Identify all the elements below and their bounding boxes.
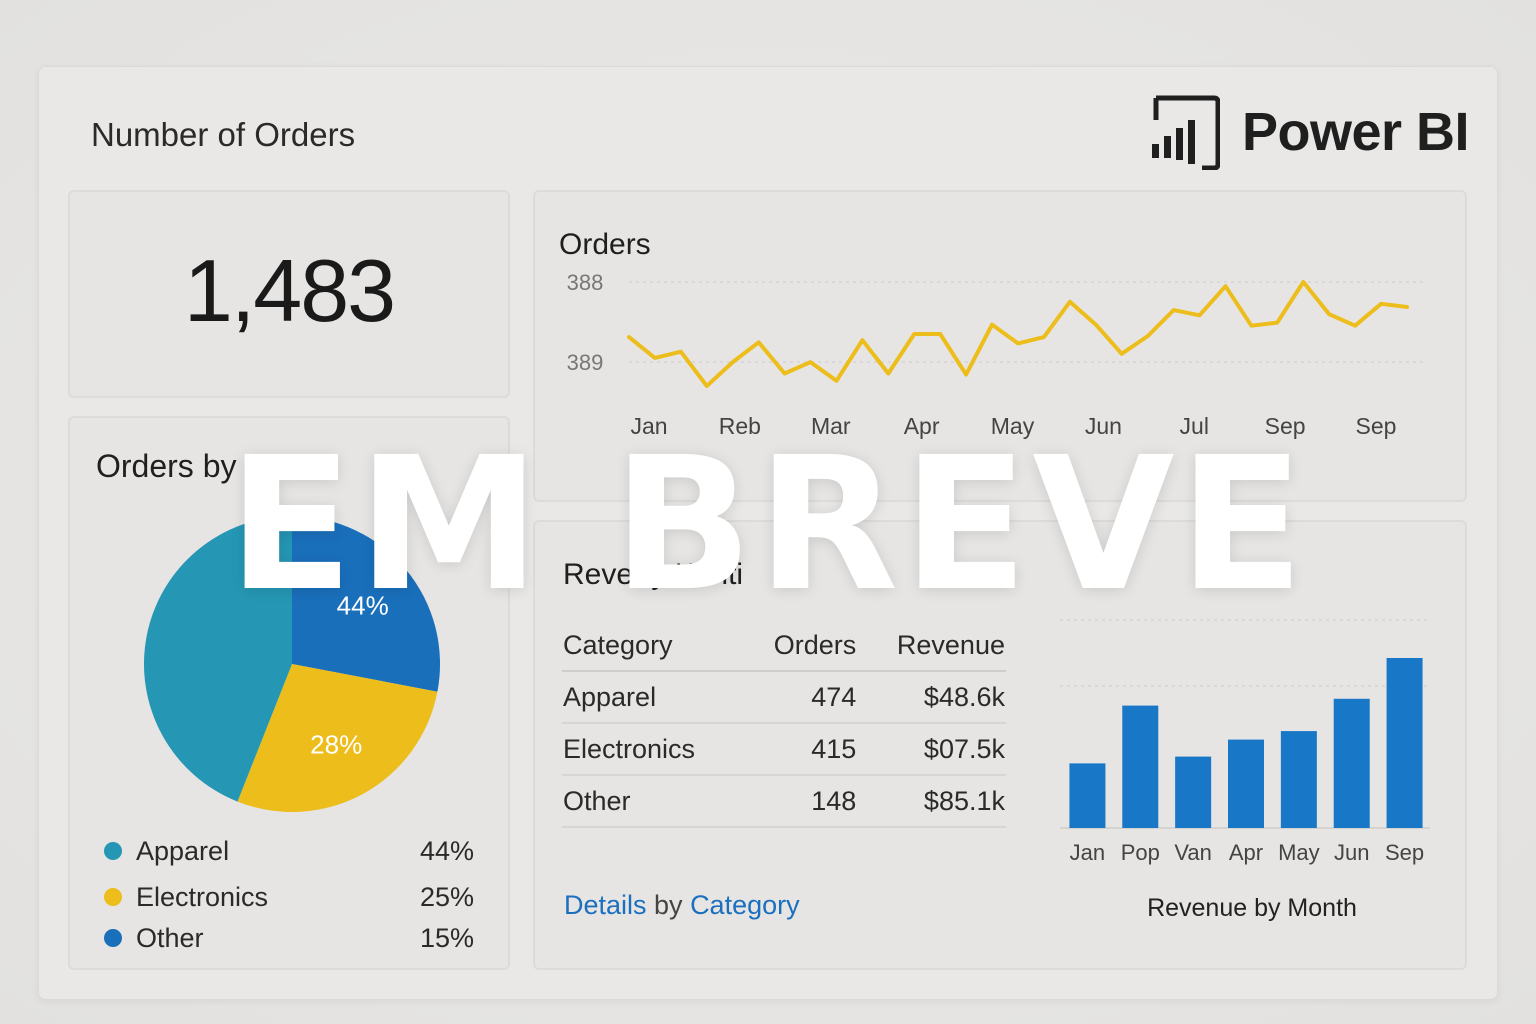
cell-revenue: $85.1k xyxy=(857,775,1006,828)
x-tick-label: Jan xyxy=(1070,840,1105,865)
cell-category: Other xyxy=(562,775,744,828)
cell-category: Electronics xyxy=(562,723,744,776)
x-tick-label: Pop xyxy=(1121,840,1160,865)
power-bi-logo-icon xyxy=(1152,95,1220,170)
cell-orders: 415 xyxy=(743,723,858,776)
pie-data-label: 28% xyxy=(310,729,362,759)
legend-dot-icon xyxy=(104,929,122,947)
legend-value: 25% xyxy=(419,881,474,912)
brand-name: Power BI xyxy=(1242,102,1470,162)
details-link[interactable]: Details xyxy=(564,890,647,920)
table-row[interactable]: Other 148 $85.1k xyxy=(562,775,1006,828)
kpi-value: 1,483 xyxy=(183,241,396,340)
legend-item-other[interactable]: Other 15% xyxy=(104,920,474,956)
bar-apr[interactable] xyxy=(1228,739,1264,828)
legend-item-electronics[interactable]: Electronics 25% xyxy=(104,879,474,915)
legend-label: Electronics xyxy=(136,881,269,912)
bar-van[interactable] xyxy=(1175,756,1212,828)
coming-soon-overlay: EM BREVE xyxy=(227,418,1309,632)
bar-may[interactable] xyxy=(1280,731,1317,828)
legend-dot-icon xyxy=(104,842,122,860)
legend-value: 15% xyxy=(419,922,474,953)
legend-label: Apparel xyxy=(136,835,230,866)
revenue-table: Category Orders Revenue Apparel 474 $48.… xyxy=(562,620,1006,828)
revenue-bar-chart: Jan Pop Van Apr May Jun Sep Revenue by Month xyxy=(1060,619,1430,922)
kpi-card[interactable]: 1,483 xyxy=(68,190,510,398)
y-tick-label: 389 xyxy=(567,350,604,375)
bar-chart-title: Revenue by Month xyxy=(1147,894,1357,922)
bar-jan[interactable] xyxy=(1069,763,1106,828)
x-tick-label: Sep xyxy=(1385,840,1424,865)
cell-revenue: $48.6k xyxy=(857,671,1006,724)
legend-item-apparel[interactable]: Apparel 44% xyxy=(104,833,474,869)
details-link-connector: by xyxy=(646,890,691,920)
cell-revenue: $07.5k xyxy=(857,723,1006,776)
table-row[interactable]: Electronics 415 $07.5k xyxy=(562,723,1006,776)
category-link[interactable]: Category xyxy=(690,890,800,920)
cell-orders: 148 xyxy=(743,775,858,828)
legend-value: 44% xyxy=(419,835,474,866)
x-tick-label: Jun xyxy=(1334,840,1369,865)
bar-pop[interactable] xyxy=(1122,705,1159,828)
x-tick-label: Van xyxy=(1174,840,1212,865)
orders-series-line[interactable] xyxy=(627,280,1409,388)
bar-sep[interactable] xyxy=(1386,658,1423,828)
details-link-row: Details by Category xyxy=(564,890,800,921)
legend-label: Other xyxy=(136,922,204,953)
cell-category: Apparel xyxy=(562,671,744,724)
x-tick-label: Apr xyxy=(1229,840,1263,865)
cell-orders: 474 xyxy=(743,671,858,724)
brand: Power BI xyxy=(1148,94,1470,170)
x-tick-label: May xyxy=(1278,840,1320,865)
y-tick-label: 388 xyxy=(567,270,604,295)
table-row[interactable]: Apparel 474 $48.6k xyxy=(562,671,1006,724)
legend-dot-icon xyxy=(104,888,122,906)
bar-jun[interactable] xyxy=(1333,698,1370,828)
page-title: Number of Orders xyxy=(91,116,356,153)
